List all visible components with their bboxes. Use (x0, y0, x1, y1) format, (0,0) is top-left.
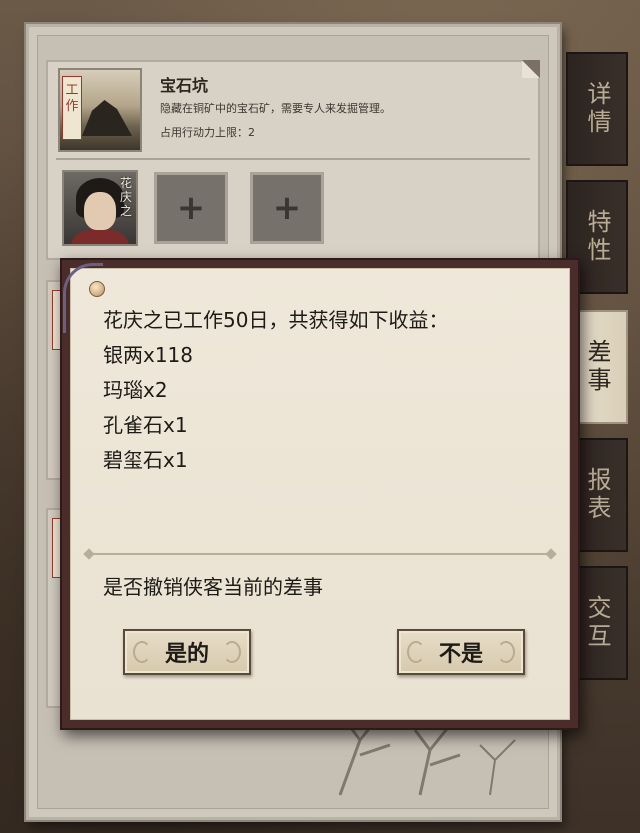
swirl-ornament-icon (407, 641, 425, 663)
revoke-question: 是否撤销侠客当前的差事 (103, 575, 323, 599)
swirl-ornament-icon (223, 641, 241, 663)
job-title: 宝石坑 (160, 76, 209, 95)
confirm-button-label: 是的 (164, 642, 209, 667)
mine-rock-image (82, 100, 132, 136)
job-capacity: 占用行动力上限：2 (160, 126, 255, 139)
job-description: 隐藏在铜矿中的宝石矿，需要专人来发掘管理。 (160, 102, 391, 115)
reward-summary: 花庆之已工作50日，共获得如下收益： 银两x118 玛瑙x2 孔雀石x1 碧玺石… (103, 303, 448, 478)
portrait-robe (70, 230, 130, 244)
job-card[interactable]: 工作 宝石坑 隐藏在铜矿中的宝石矿，需要专人来发掘管理。 占用行动力上限：2 花… (46, 60, 540, 260)
reward-item: 银两x118 (103, 343, 194, 367)
dialog-body: 花庆之已工作50日，共获得如下收益： 银两x118 玛瑙x2 孔雀石x1 碧玺石… (63, 263, 570, 720)
reward-item: 碧玺石x1 (103, 448, 188, 472)
swirl-ornament-icon (497, 641, 515, 663)
job-divider (56, 158, 530, 160)
cancel-button-label: 不是 (438, 642, 483, 667)
worker-portrait[interactable]: 花庆之 (62, 170, 138, 246)
pin-icon (89, 281, 105, 297)
swirl-ornament-icon (133, 641, 151, 663)
add-worker-slot-1[interactable]: + (154, 172, 228, 244)
hanging-string (63, 263, 103, 333)
cancel-button[interactable]: 不是 (397, 629, 525, 675)
confirm-button[interactable]: 是的 (123, 629, 251, 675)
job-thumbnail: 工作 (58, 68, 142, 152)
dialog-divider (89, 553, 551, 555)
add-worker-slot-2[interactable]: + (250, 172, 324, 244)
work-tag: 工作 (62, 76, 82, 140)
reward-summary-line: 花庆之已工作50日，共获得如下收益： (103, 308, 449, 332)
tab-details[interactable]: 详情 (566, 52, 628, 166)
worker-name: 花庆之 (119, 176, 132, 218)
portrait-face (84, 192, 116, 230)
reward-item: 玛瑙x2 (103, 378, 168, 402)
card-fold-corner (522, 60, 540, 78)
reward-item: 孔雀石x1 (103, 413, 188, 437)
revoke-errand-dialog: 花庆之已工作50日，共获得如下收益： 银两x118 玛瑙x2 孔雀石x1 碧玺石… (60, 258, 580, 730)
